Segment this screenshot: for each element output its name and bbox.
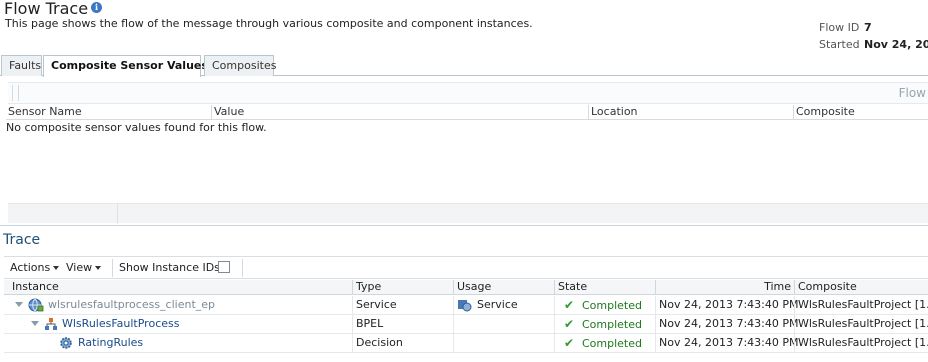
- expand-triangle-icon[interactable]: [15, 302, 23, 307]
- state-cell: ✔ Completed: [554, 334, 655, 353]
- col-composite[interactable]: Composite: [794, 280, 928, 295]
- col-composite[interactable]: Composite: [793, 105, 855, 120]
- page-description: This page shows the flow of the message …: [5, 17, 533, 30]
- state-cell: ✔ Completed: [554, 315, 655, 334]
- time-cell: Nov 24, 2013 7:43:40 PM: [655, 296, 798, 315]
- expand-triangle-icon[interactable]: [31, 321, 39, 326]
- flow-id-label: Flow ID: [819, 21, 860, 34]
- sensor-table-footer: [8, 203, 928, 224]
- type-cell: Service: [352, 296, 453, 315]
- flow-id-value: 7: [864, 21, 872, 34]
- col-type[interactable]: Type: [352, 280, 453, 295]
- page-title: Flow Trace i: [4, 0, 103, 18]
- trace-table-header: Instance Type Usage State Time Composite: [4, 280, 928, 295]
- table-row[interactable]: wlsrulesfaultprocess_client_ep Service S…: [4, 296, 928, 315]
- usage-cell: Service: [453, 296, 554, 315]
- toolbar-separator: [12, 85, 13, 101]
- tab-composites[interactable]: Composites: [204, 55, 276, 76]
- view-menu[interactable]: View: [66, 261, 102, 274]
- col-sensor-name[interactable]: Sensor Name: [8, 105, 82, 120]
- service-globe-icon: [28, 298, 44, 312]
- usage-cell: [453, 315, 554, 334]
- started-value: Nov 24, 201: [864, 38, 928, 51]
- table-row[interactable]: WlsRulesFaultProcess BPEL ✔ Completed Nov…: [4, 315, 928, 334]
- type-cell: Decision: [352, 334, 453, 353]
- service-usage-icon: [458, 300, 472, 312]
- col-usage[interactable]: Usage: [453, 280, 554, 295]
- started-label: Started: [819, 38, 860, 51]
- sensor-empty-message: No composite sensor values found for thi…: [6, 121, 267, 134]
- chevron-down-icon: [53, 266, 60, 270]
- show-instance-ids-label: Show Instance IDs: [119, 261, 220, 274]
- tab-faults[interactable]: Faults: [1, 55, 42, 76]
- trace-heading: Trace: [3, 232, 41, 248]
- bpel-process-icon: [45, 318, 57, 330]
- trace-toolbar: Actions View Show Instance IDs: [4, 256, 928, 279]
- tab-composite-sensor-values[interactable]: Composite Sensor Values: [43, 55, 208, 77]
- rules-gear-icon: [60, 337, 72, 349]
- type-cell: BPEL: [352, 315, 453, 334]
- sensor-toolbar: [8, 82, 928, 104]
- usage-cell: [453, 334, 554, 353]
- toolbar-separator: [18, 85, 19, 101]
- completed-check-icon: ✔: [564, 298, 575, 312]
- sensor-table-header: Sensor Name Value Location Composite: [6, 105, 928, 120]
- flow-toolbar-text: Flow: [898, 86, 926, 100]
- instance-link[interactable]: WlsRulesFaultProcess: [62, 317, 179, 330]
- completed-check-icon: ✔: [564, 336, 575, 350]
- info-icon[interactable]: i: [91, 2, 103, 13]
- show-instance-ids-checkbox[interactable]: [218, 261, 230, 273]
- col-value[interactable]: Value: [211, 105, 244, 120]
- col-location[interactable]: Location: [588, 105, 638, 120]
- chevron-down-icon: [95, 266, 102, 270]
- time-cell: Nov 24, 2013 7:43:40 PM: [655, 315, 798, 334]
- composite-cell: WlsRulesFaultProject [1.0]: [794, 296, 928, 315]
- composite-cell: WlsRulesFaultProject [1.0]: [794, 334, 928, 353]
- col-state[interactable]: State: [554, 280, 655, 295]
- instance-link[interactable]: RatingRules: [78, 336, 143, 349]
- time-cell: Nov 24, 2013 7:43:40 PM: [655, 334, 798, 353]
- state-cell: ✔ Completed: [554, 296, 655, 315]
- actions-menu[interactable]: Actions: [10, 261, 60, 274]
- completed-check-icon: ✔: [564, 317, 575, 331]
- composite-cell: WlsRulesFaultProject [1.0]: [794, 315, 928, 334]
- instance-link[interactable]: wlsrulesfaultprocess_client_ep: [48, 298, 215, 311]
- table-row[interactable]: RatingRules Decision ✔ Completed Nov 24, …: [4, 334, 928, 353]
- col-time[interactable]: Time: [655, 280, 794, 295]
- col-instance[interactable]: Instance: [4, 280, 352, 295]
